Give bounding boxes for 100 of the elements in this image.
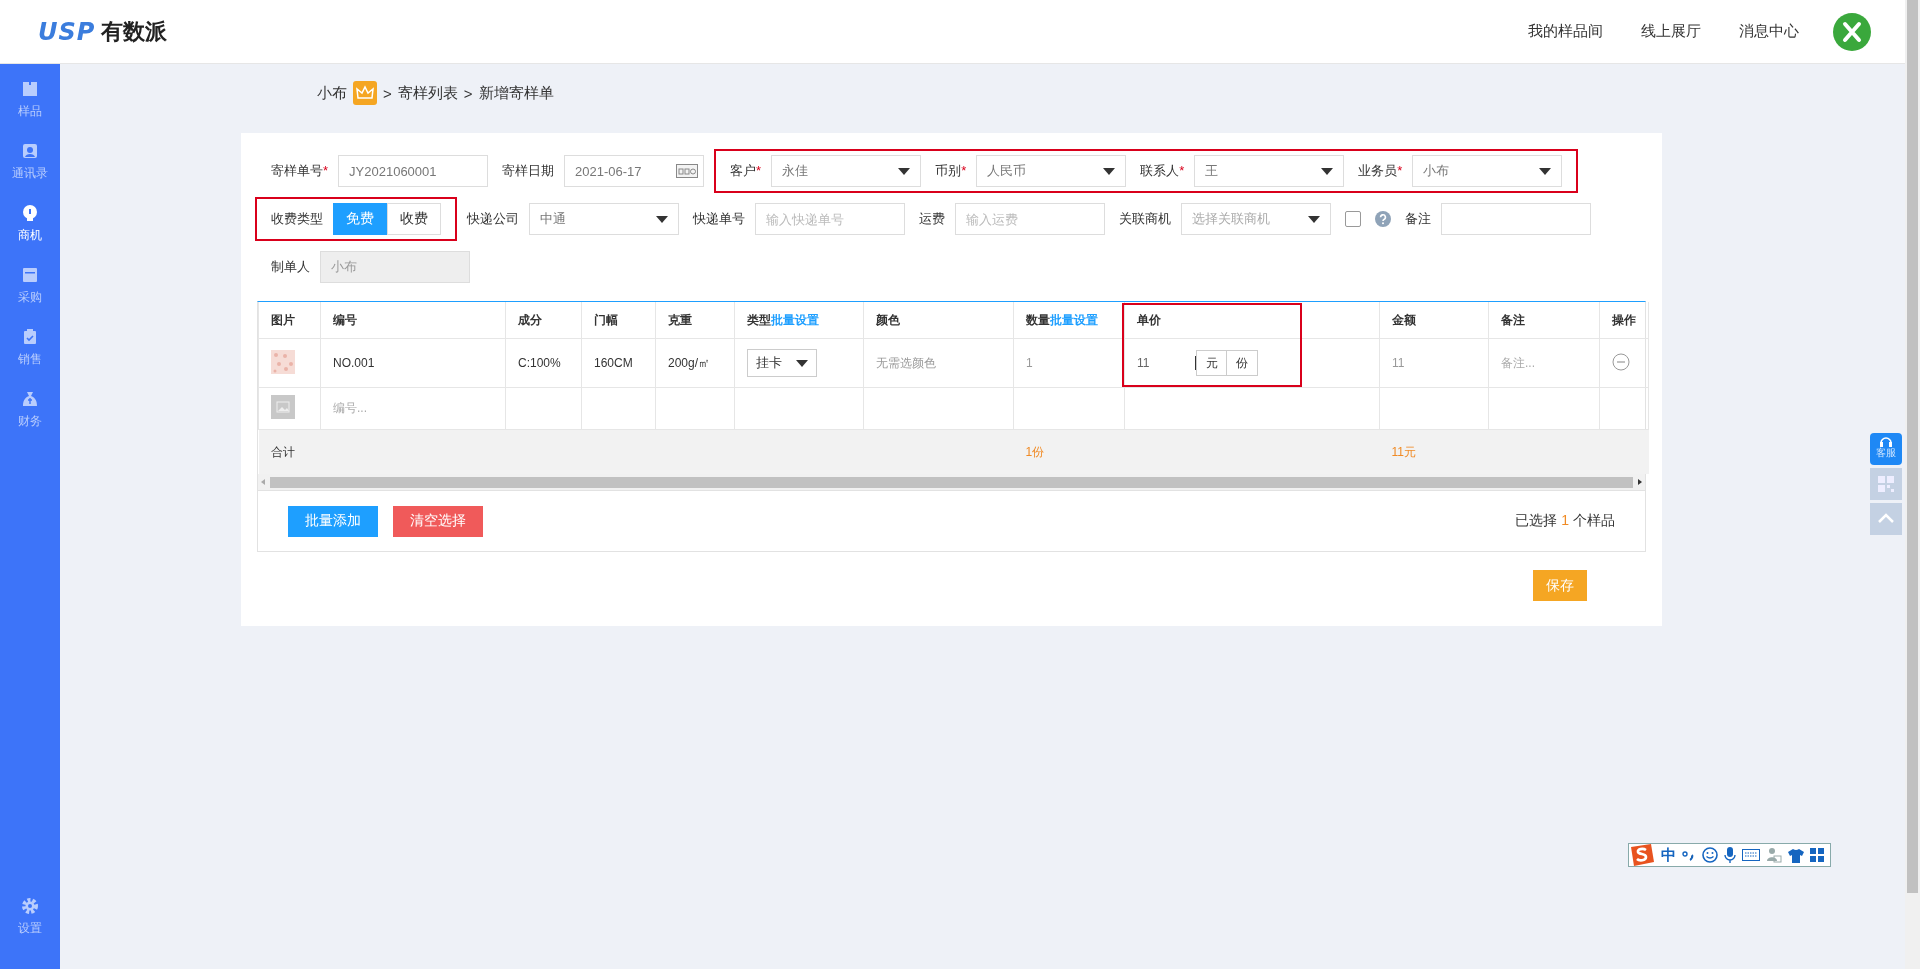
sidebar-item[interactable]: 通讯录: [12, 165, 48, 182]
column-header: 数量: [1026, 312, 1050, 327]
batch-setting-link[interactable]: 批量设置: [1050, 312, 1098, 327]
caret-icon: [796, 359, 808, 367]
box-icon[interactable]: [21, 80, 39, 98]
date-field[interactable]: 2021-06-17: [564, 155, 705, 187]
dropdown[interactable]: 选择关联商机: [1181, 203, 1331, 235]
table-cell: 无需选颜色: [863, 338, 1014, 388]
add-button[interactable]: 批量添加: [288, 505, 378, 537]
column-header: 类型: [747, 312, 771, 327]
toggle-option[interactable]: 免费: [333, 203, 387, 235]
sidebar-item[interactable]: 设置: [18, 920, 42, 937]
price-input[interactable]: 11: [1137, 356, 1196, 370]
dropdown[interactable]: 中通: [529, 203, 679, 235]
qr-code-icon[interactable]: [1870, 468, 1902, 500]
field-label: 币别*: [935, 162, 967, 180]
sidebar-item[interactable]: 销售: [18, 351, 42, 368]
total-label: 合计: [258, 429, 321, 474]
column-header: 单价: [1137, 312, 1161, 327]
dropdown[interactable]: 王: [1194, 155, 1345, 187]
breadcrumb-link[interactable]: 新增寄样单: [478, 83, 554, 103]
column-header: 颜色: [876, 312, 900, 327]
calendar-icon[interactable]: [676, 164, 699, 178]
table-cell: C:100%: [505, 338, 582, 388]
page-scrollbar[interactable]: [1905, 0, 1920, 969]
caret-icon: [1321, 167, 1334, 175]
field-label: 收费类型: [271, 210, 323, 228]
image-placeholder-icon[interactable]: [271, 395, 295, 419]
dropdown[interactable]: 小布: [1412, 155, 1563, 187]
column-header: 成分: [518, 312, 542, 327]
caret-icon: [898, 167, 911, 175]
field-label: 制单人: [271, 258, 310, 276]
avatar-icon[interactable]: [1833, 12, 1871, 51]
toggle-option[interactable]: 收费: [387, 203, 441, 235]
caret-icon: [656, 215, 668, 223]
table-cell: 11: [1379, 338, 1489, 388]
nav-link[interactable]: 消息中心: [1739, 22, 1799, 41]
field-label: 运费: [919, 210, 945, 228]
field-label: 联系人*: [1140, 162, 1185, 180]
archive-icon[interactable]: [21, 266, 39, 284]
back-to-top-icon[interactable]: [1870, 503, 1902, 535]
nav-link[interactable]: 线上展厅: [1641, 22, 1701, 41]
field-label: 寄样日期: [502, 162, 555, 180]
column-header: 克重: [668, 312, 692, 327]
money-bag-icon[interactable]: [21, 390, 39, 408]
breadcrumb-link[interactable]: 寄样列表: [397, 83, 458, 103]
total-amount: 11元: [1379, 429, 1489, 474]
dropdown[interactable]: 挂卡: [747, 349, 817, 377]
selection-count: 已选择 1 个样品: [1515, 512, 1615, 530]
input-field[interactable]: JY2021060001: [338, 155, 489, 187]
field-label: 业务员*: [1358, 162, 1403, 180]
sidebar-item[interactable]: 采购: [18, 289, 42, 306]
horizontal-scrollbar[interactable]: [258, 474, 1645, 490]
field-label: 关联商机: [1119, 210, 1171, 228]
breadcrumb-separator: >: [383, 84, 392, 102]
contact-card-icon[interactable]: [21, 142, 39, 160]
remove-icon[interactable]: [1612, 352, 1630, 371]
table-cell: 160CM: [581, 338, 656, 388]
field-label: 快递公司: [467, 210, 519, 228]
clear-button[interactable]: 清空选择: [393, 505, 483, 537]
batch-setting-link[interactable]: 批量设置: [771, 312, 819, 327]
dropdown[interactable]: 永佳: [771, 155, 922, 187]
input-field: 小布: [320, 251, 470, 283]
input-field[interactable]: 输入运费: [955, 203, 1105, 235]
unit-button[interactable]: 份: [1227, 350, 1258, 376]
customer-service-button[interactable]: 客服: [1870, 433, 1902, 465]
field-label: 客户*: [730, 162, 762, 180]
sidebar-item[interactable]: 样品: [18, 103, 42, 120]
user-name: 小布: [317, 83, 347, 103]
nav-link[interactable]: 我的样品间: [1528, 22, 1603, 41]
sidebar-item[interactable]: 财务: [18, 413, 42, 430]
unit-button[interactable]: 元: [1196, 350, 1227, 376]
lightbulb-icon[interactable]: [21, 204, 39, 222]
logo-text: 有数派: [101, 17, 168, 46]
help-icon[interactable]: [1375, 211, 1391, 227]
headset-icon: [1879, 435, 1893, 448]
field-label: 备注: [1405, 210, 1431, 228]
logo-mark: USP: [38, 17, 96, 46]
input-field[interactable]: 输入快递单号: [755, 203, 905, 235]
clipboard-icon[interactable]: [21, 328, 39, 346]
cell-input[interactable]: 备注...: [1488, 338, 1600, 388]
crown-icon[interactable]: [353, 81, 377, 105]
input-field[interactable]: [1441, 203, 1591, 235]
field-label: 寄样单号*: [271, 162, 329, 180]
caret-icon: [1308, 215, 1320, 223]
cell-input[interactable]: 编号...: [320, 387, 506, 430]
dropdown[interactable]: 人民币: [976, 155, 1127, 187]
checkbox[interactable]: [1345, 211, 1361, 227]
column-header: 图片: [271, 312, 295, 327]
column-header: 金额: [1392, 312, 1416, 327]
gear-icon[interactable]: [21, 897, 39, 915]
field-label: 快递单号: [693, 210, 745, 228]
column-header: 操作: [1612, 312, 1636, 327]
table-cell: NO.001: [320, 338, 506, 388]
sidebar-item[interactable]: 商机: [18, 227, 42, 244]
table-cell: 200g/㎡: [655, 338, 735, 388]
column-header: 备注: [1501, 312, 1525, 327]
caret-icon: [1103, 167, 1116, 175]
column-header: 门幅: [594, 312, 618, 327]
column-header: 编号: [333, 312, 357, 327]
